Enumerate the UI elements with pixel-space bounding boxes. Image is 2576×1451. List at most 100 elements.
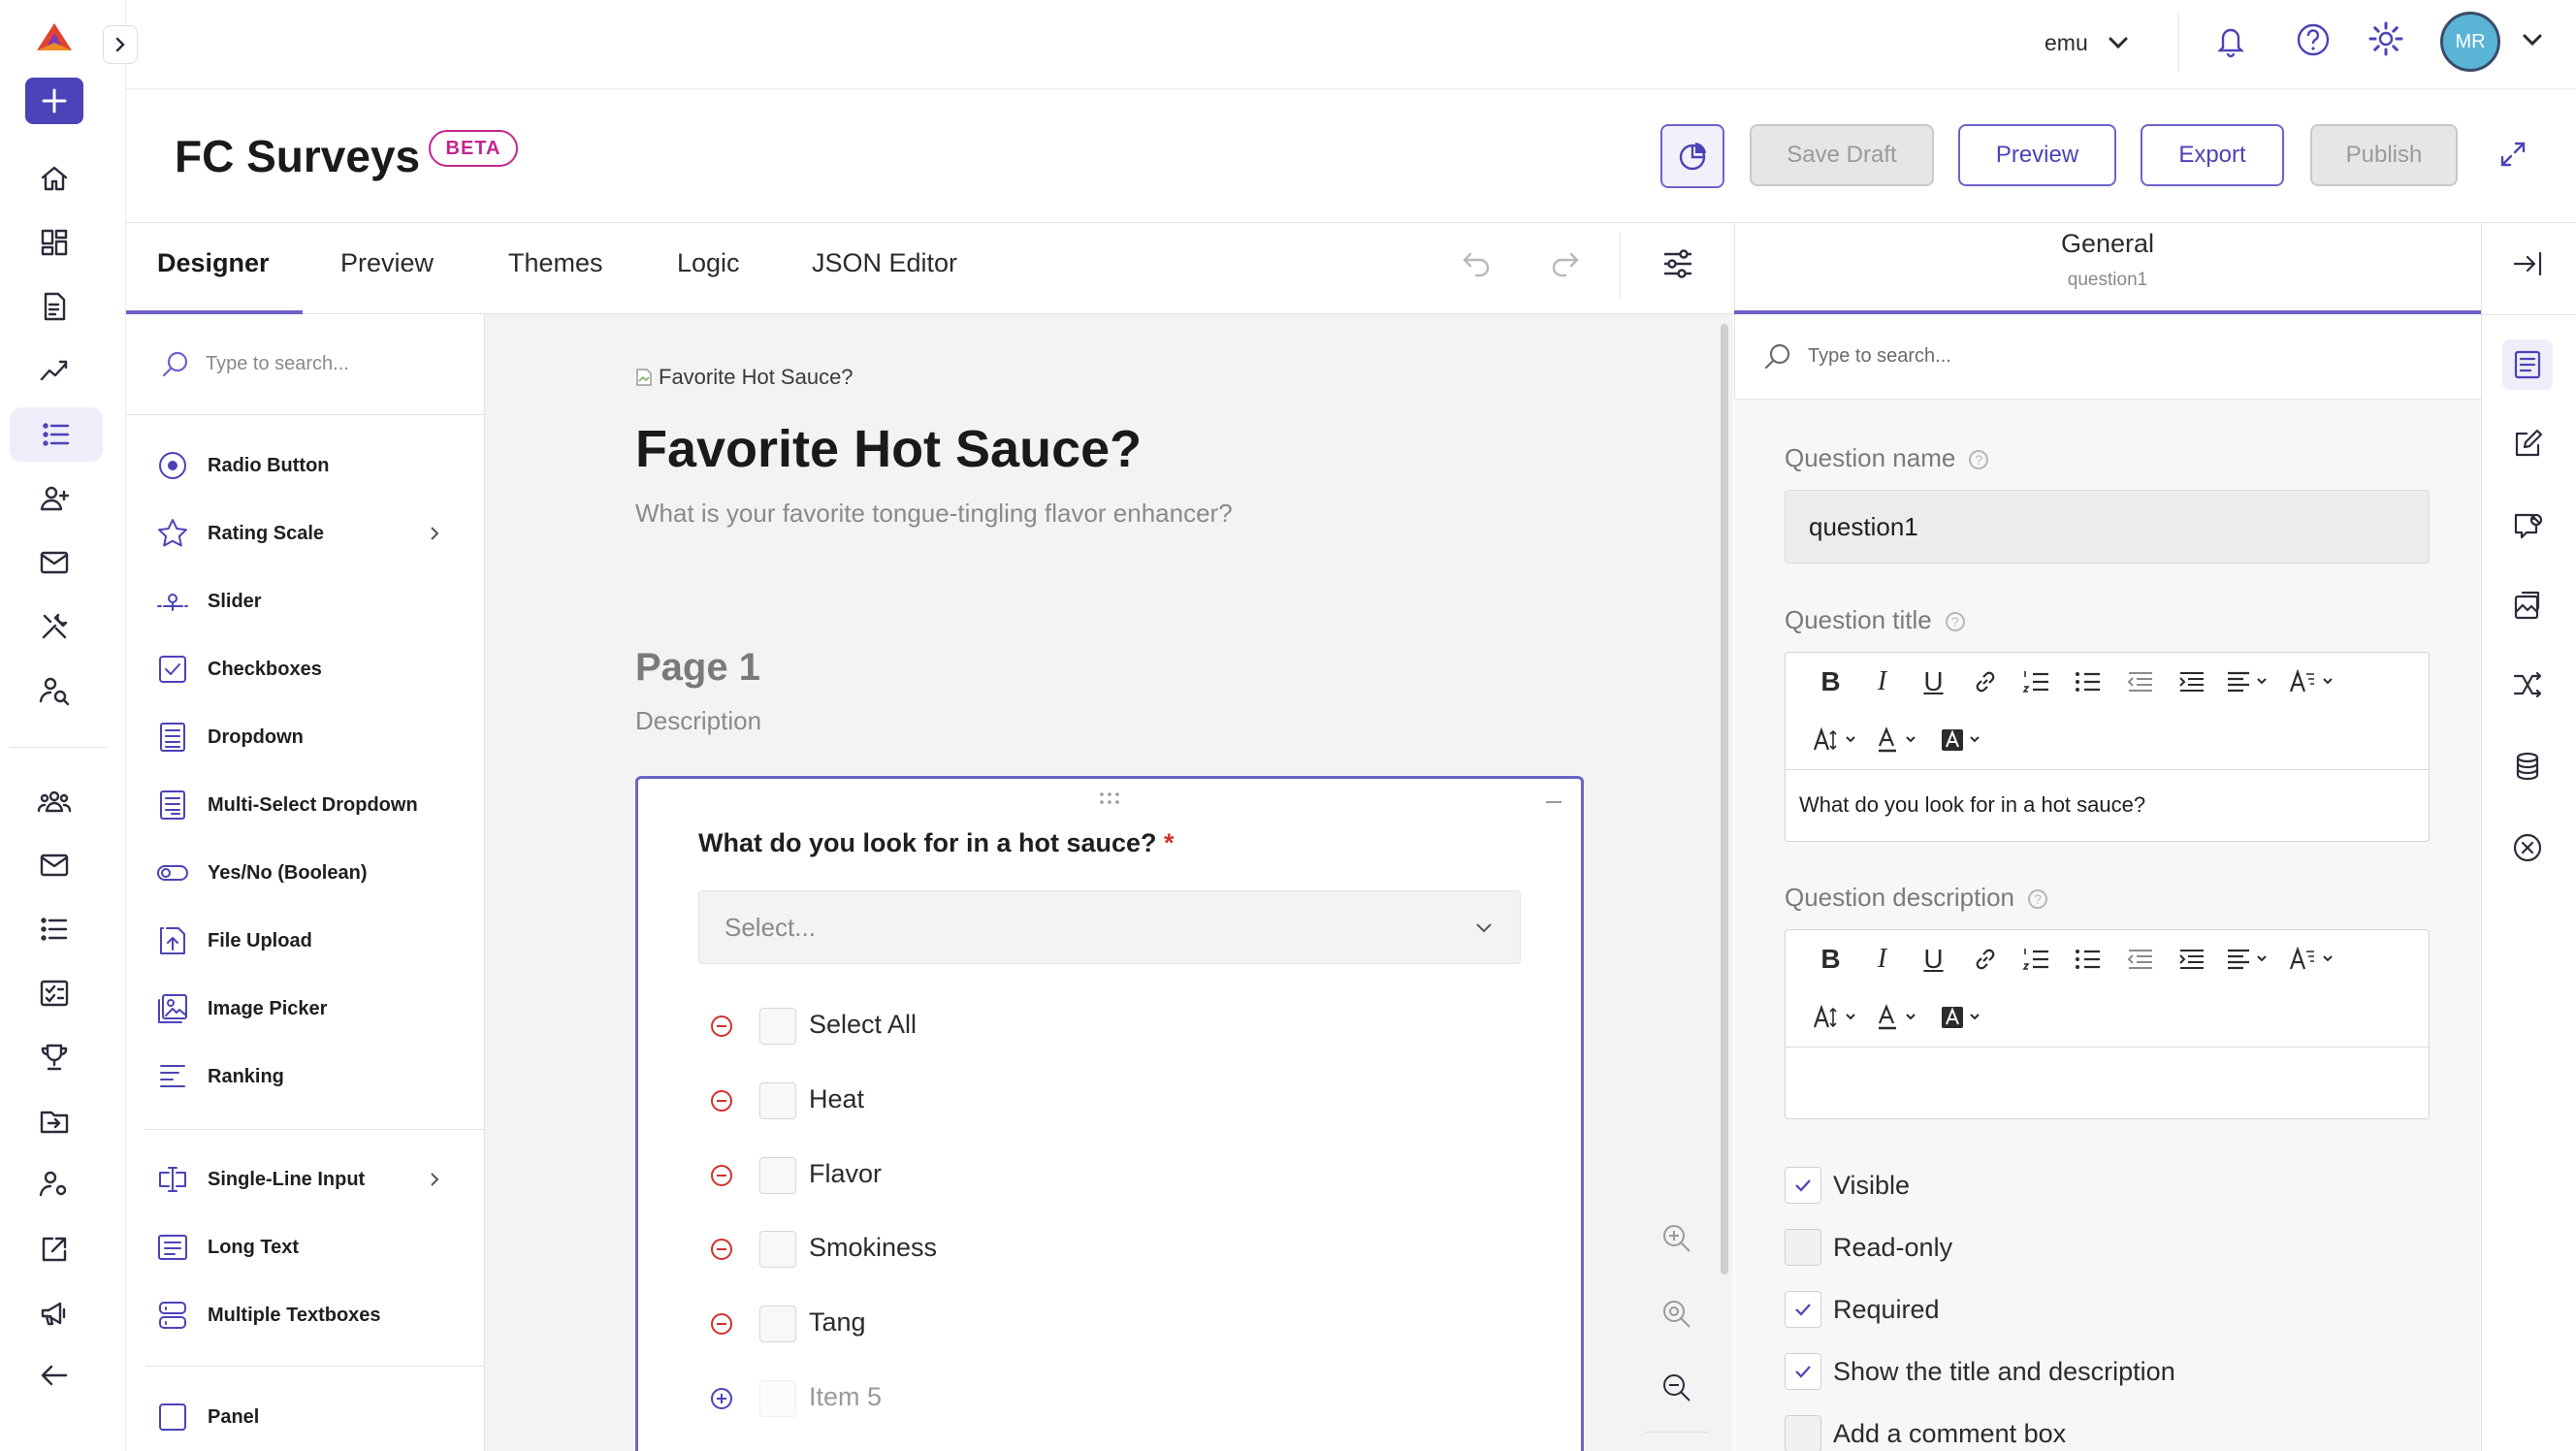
- underline-icon[interactable]: U: [1908, 940, 1959, 979]
- zoom-out-icon[interactable]: [1660, 1371, 1693, 1404]
- external-link-icon[interactable]: [31, 1226, 78, 1273]
- toolbox-search-input[interactable]: Type to search...: [206, 353, 349, 375]
- trophy-icon[interactable]: [31, 1034, 78, 1080]
- option-checkbox[interactable]: [759, 1082, 796, 1119]
- help-icon[interactable]: ?: [2028, 889, 2048, 910]
- survey-title[interactable]: Favorite Hot Sauce?: [635, 419, 1142, 479]
- collapse-panel-icon[interactable]: [2502, 239, 2553, 289]
- list-icon[interactable]: [31, 906, 78, 952]
- visible-checkbox[interactable]: [1785, 1167, 1821, 1204]
- align-dropdown-icon[interactable]: [2216, 662, 2280, 701]
- option-checkbox[interactable]: [759, 1157, 796, 1194]
- link-icon[interactable]: [1959, 940, 2011, 979]
- new-option-label[interactable]: Item 5: [809, 1382, 882, 1412]
- publish-button[interactable]: Publish: [2310, 124, 2458, 186]
- tool-dropdown[interactable]: Dropdown: [155, 718, 304, 757]
- text-style-dropdown-icon[interactable]: [2280, 662, 2344, 701]
- remove-option-icon[interactable]: [710, 1238, 733, 1261]
- tab-preview[interactable]: Preview: [340, 248, 434, 278]
- import-folder-icon[interactable]: [31, 1098, 78, 1145]
- align-dropdown-icon[interactable]: [2216, 940, 2280, 979]
- ordered-list-icon[interactable]: [2011, 940, 2062, 979]
- remove-option-icon[interactable]: [710, 1312, 733, 1336]
- tool-rating-scale[interactable]: Rating Scale: [155, 514, 324, 553]
- drag-handle-icon[interactable]: [1098, 791, 1121, 805]
- back-arrow-icon[interactable]: [31, 1352, 78, 1399]
- read-only-checkbox[interactable]: [1785, 1229, 1821, 1266]
- survey-logo-image[interactable]: Favorite Hot Sauce?: [635, 365, 853, 390]
- option-label[interactable]: Smokiness: [809, 1233, 937, 1263]
- ordered-list-icon[interactable]: [2011, 662, 2062, 701]
- option-checkbox[interactable]: [759, 1306, 796, 1342]
- zoom-reset-icon[interactable]: [1660, 1298, 1693, 1331]
- bold-icon[interactable]: B: [1805, 940, 1856, 979]
- outdent-icon[interactable]: [2113, 662, 2165, 701]
- outdent-icon[interactable]: [2113, 940, 2165, 979]
- settings-gear-icon[interactable]: [2367, 19, 2405, 58]
- help-icon[interactable]: ?: [1945, 612, 1965, 632]
- account-chevron-down-icon[interactable]: [2520, 27, 2545, 52]
- question-title[interactable]: What do you look for in a hot sauce? *: [698, 828, 1175, 858]
- visible-label[interactable]: Visible: [1833, 1171, 1910, 1201]
- toolbox-search[interactable]: Type to search...: [126, 314, 485, 415]
- help-icon[interactable]: [2295, 21, 2332, 58]
- team-icon[interactable]: [31, 778, 78, 824]
- tools-icon[interactable]: [31, 603, 78, 650]
- pie-chart-button[interactable]: [1660, 124, 1724, 188]
- bell-icon[interactable]: [2213, 21, 2248, 58]
- tab-designer[interactable]: Designer: [157, 248, 270, 278]
- document-icon[interactable]: [31, 283, 78, 330]
- bold-icon[interactable]: B: [1805, 662, 1856, 701]
- indent-icon[interactable]: [2165, 940, 2216, 979]
- italic-icon[interactable]: I: [1856, 940, 1908, 979]
- text-style-dropdown-icon[interactable]: [2280, 940, 2344, 979]
- tool-yes-no-boolean[interactable]: Yes/No (Boolean): [155, 854, 367, 892]
- option-label[interactable]: Tang: [809, 1307, 866, 1338]
- surveys-nav-icon[interactable]: [10, 407, 103, 462]
- undo-icon[interactable]: [1461, 248, 1494, 277]
- option-checkbox[interactable]: [759, 1231, 796, 1268]
- tool-ranking[interactable]: Ranking: [155, 1057, 284, 1096]
- home-icon[interactable]: [31, 155, 78, 202]
- validation-close-icon[interactable]: [2502, 822, 2553, 873]
- font-size-dropdown-icon[interactable]: [1805, 721, 1869, 759]
- general-properties-icon[interactable]: [2502, 339, 2553, 390]
- tab-themes[interactable]: Themes: [508, 248, 603, 278]
- tool-file-upload[interactable]: File Upload: [155, 921, 312, 960]
- italic-icon[interactable]: I: [1856, 662, 1908, 701]
- question-title-editor[interactable]: B I U What do you look for in a hot sauc…: [1785, 652, 2430, 842]
- font-color-dropdown-icon[interactable]: [1869, 721, 1933, 759]
- remove-option-icon[interactable]: [710, 1164, 733, 1187]
- highlight-dropdown-icon[interactable]: [1933, 721, 1997, 759]
- font-size-dropdown-icon[interactable]: [1805, 998, 1869, 1037]
- required-label[interactable]: Required: [1833, 1295, 1940, 1325]
- collapse-icon[interactable]: [1546, 801, 1562, 803]
- user-settings-icon[interactable]: [31, 1160, 78, 1207]
- survey-settings-icon[interactable]: [1660, 248, 1695, 279]
- option-label[interactable]: Select All: [809, 1010, 917, 1040]
- show-title-description-label[interactable]: Show the title and description: [1833, 1357, 2175, 1387]
- tool-long-text[interactable]: Long Text: [155, 1228, 299, 1267]
- rating-submenu-chevron-icon[interactable]: [425, 524, 444, 543]
- dashboard-icon[interactable]: [31, 219, 78, 266]
- question-name-input[interactable]: question1: [1785, 490, 2430, 564]
- analytics-icon[interactable]: [31, 347, 78, 394]
- checklist-icon[interactable]: [31, 970, 78, 1016]
- tool-radio-button[interactable]: Radio Button: [155, 446, 330, 485]
- zoom-in-icon[interactable]: [1660, 1222, 1693, 1255]
- tool-single-line-input[interactable]: Single-Line Input: [155, 1160, 365, 1199]
- bullet-list-icon[interactable]: [2062, 662, 2113, 701]
- fullscreen-icon[interactable]: [2496, 138, 2529, 171]
- read-only-label[interactable]: Read-only: [1833, 1233, 1952, 1263]
- add-option-icon[interactable]: [710, 1387, 733, 1410]
- bullet-list-icon[interactable]: [2062, 940, 2113, 979]
- remove-option-icon[interactable]: [710, 1089, 733, 1112]
- tool-slider[interactable]: Slider: [155, 582, 262, 621]
- mail-icon[interactable]: [31, 539, 78, 586]
- survey-description[interactable]: What is your favorite tongue-tingling fl…: [635, 499, 1233, 529]
- highlight-dropdown-icon[interactable]: [1933, 998, 1997, 1037]
- required-checkbox[interactable]: [1785, 1291, 1821, 1328]
- export-button[interactable]: Export: [2141, 124, 2284, 186]
- tool-checkboxes[interactable]: Checkboxes: [155, 650, 322, 689]
- tab-json-editor[interactable]: JSON Editor: [812, 248, 957, 278]
